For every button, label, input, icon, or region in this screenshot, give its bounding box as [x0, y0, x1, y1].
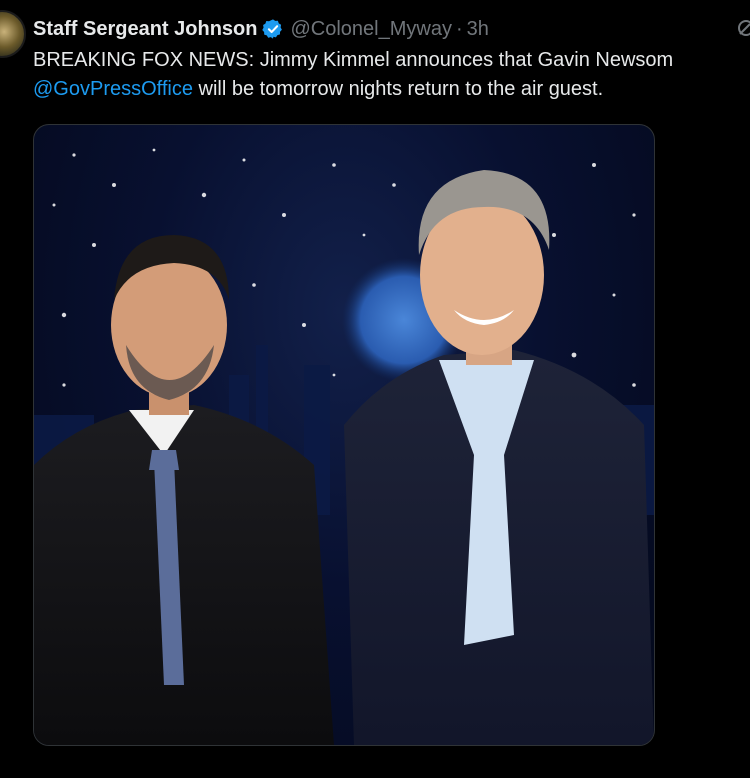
tweet-header: Staff Sergeant Johnson @Colonel_Myway · … [33, 14, 740, 44]
mention-link[interactable]: @GovPressOffice [33, 78, 193, 100]
tweet-text-part2: will be tomorrow nights return to the ai… [192, 78, 604, 100]
photo-illustration [34, 148, 654, 745]
author-name[interactable]: Staff Sergeant Johnson [33, 18, 257, 41]
person-left [34, 235, 334, 745]
verified-badge-icon [262, 19, 283, 39]
person-right [344, 170, 654, 745]
tweet-photo[interactable] [33, 124, 655, 746]
author-handle[interactable]: @Colonel_Myway [290, 18, 451, 41]
grok-icon[interactable] [736, 18, 750, 38]
tweet-text-part1: BREAKING FOX NEWS: Jimmy Kimmel announce… [33, 49, 674, 71]
tweet-time[interactable]: 3h [467, 18, 489, 41]
separator-dot: · [455, 17, 463, 40]
tweet-text: BREAKING FOX NEWS: Jimmy Kimmel announce… [33, 46, 745, 104]
avatar[interactable] [0, 10, 26, 58]
